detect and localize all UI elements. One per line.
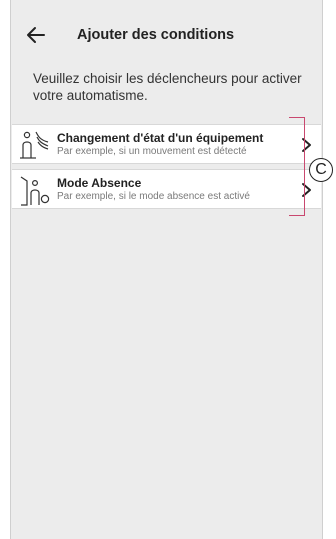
option-title: Changement d'état d'un équipement [57,131,264,145]
intro-text: Veuillez choisir les déclencheurs pour a… [33,71,302,103]
back-arrow-icon[interactable] [23,22,49,48]
option-away-mode[interactable]: Mode Absence Par exemple, si le mode abs… [12,169,321,209]
annotation-callout: C [309,158,333,182]
motion-sensor-icon [20,131,49,159]
app-screen: Ajouter des conditions Veuillez choisir … [10,0,323,539]
away-mode-icon [20,176,50,206]
option-subtitle: Par exemple, si le mode absence est acti… [57,191,250,202]
annotation-bracket [289,117,305,216]
option-title: Mode Absence [57,176,142,190]
option-device-state-change[interactable]: Changement d'état d'un équipement Par ex… [12,124,321,164]
option-subtitle: Par exemple, si un mouvement est détecté [57,146,247,157]
page-title: Ajouter des conditions [77,27,235,43]
header: Ajouter des conditions [11,18,322,54]
